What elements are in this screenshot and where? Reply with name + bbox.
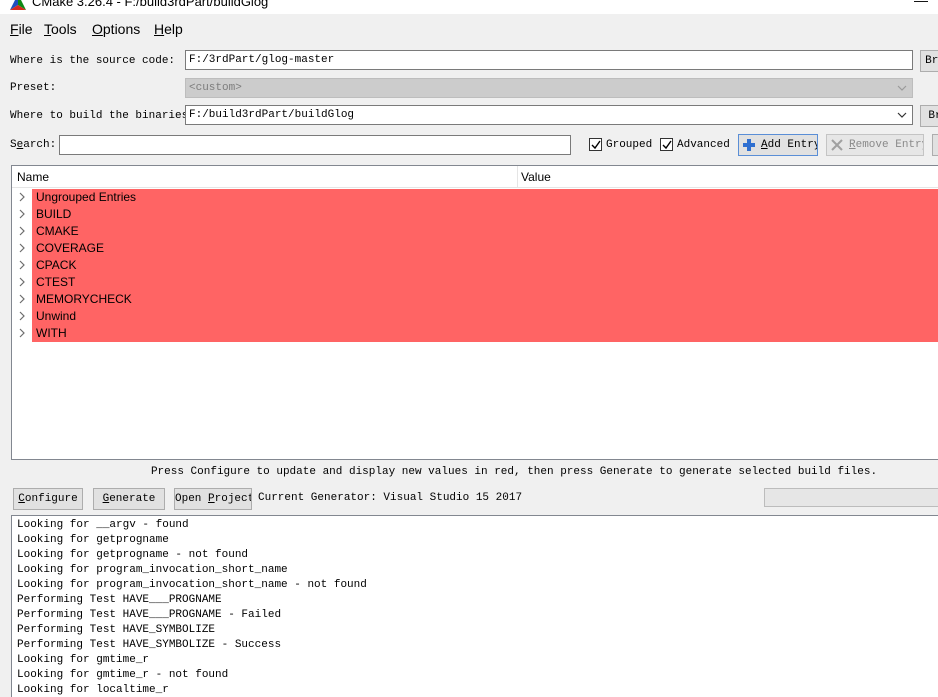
menu-tools[interactable]: Tools	[44, 20, 77, 38]
preset-value: <custom>	[189, 82, 242, 94]
advanced-label: Advanced	[677, 139, 730, 151]
chevron-right-icon[interactable]	[17, 260, 27, 270]
chevron-right-icon[interactable]	[17, 294, 27, 304]
search-input[interactable]	[59, 135, 571, 155]
chevron-right-icon[interactable]	[17, 226, 27, 236]
tree-row[interactable]: CTEST	[12, 274, 938, 291]
column-divider[interactable]	[517, 166, 518, 188]
tree-row-label: Unwind	[36, 309, 77, 323]
checkmark-icon	[591, 140, 601, 150]
tree-row-highlight	[32, 223, 938, 240]
output-log[interactable]: Looking for __argv - found Looking for ge…	[11, 515, 938, 697]
tree-row-label: BUILD	[36, 207, 72, 221]
tree-row-highlight	[32, 206, 938, 223]
open-project-button[interactable]: Open Project	[174, 488, 252, 510]
output-line: Performing Test HAVE_SYMBOLIZE - Success	[17, 639, 282, 651]
progress-bar	[764, 488, 938, 507]
tree-row[interactable]: WITH	[12, 325, 938, 342]
output-line: Looking for program_invocation_short_nam…	[17, 579, 367, 591]
browse-source-button[interactable]: Bro	[920, 50, 938, 72]
minimize-icon[interactable]: —	[914, 0, 928, 8]
chevron-right-icon[interactable]	[17, 209, 27, 219]
generate-button[interactable]: Generate	[93, 488, 165, 510]
tree-row-label: CPACK	[36, 258, 77, 272]
advanced-checkbox[interactable]	[660, 138, 673, 151]
tree-row-highlight	[32, 257, 938, 274]
tree-row[interactable]: Unwind	[12, 308, 938, 325]
output-line: Looking for localtime_r	[17, 684, 169, 696]
grouped-label: Grouped	[606, 139, 653, 151]
menu-file[interactable]: File	[10, 20, 33, 38]
binaries-label: Where to build the binaries:	[10, 110, 195, 122]
tree-row[interactable]: CMAKE	[12, 223, 938, 240]
chevron-right-icon[interactable]	[17, 192, 27, 202]
chevron-right-icon[interactable]	[17, 328, 27, 338]
output-line: Performing Test HAVE___PROGNAME - Failed	[17, 609, 282, 621]
configure-button[interactable]: Configure	[13, 488, 83, 510]
tree-row-label: CMAKE	[36, 224, 79, 238]
tree-row[interactable]: COVERAGE	[12, 240, 938, 257]
checkmark-icon	[662, 140, 672, 150]
search-label: Search:	[10, 139, 57, 151]
chevron-down-icon	[897, 112, 907, 118]
output-line: Looking for gmtime_r	[17, 654, 150, 666]
menu-options[interactable]: Options	[92, 20, 140, 38]
tree-row-highlight	[32, 240, 938, 257]
tree-row-label: CTEST	[36, 275, 76, 289]
remove-entry-button[interactable]: Remove Entry	[826, 134, 924, 156]
tree-row-highlight	[32, 325, 938, 342]
output-line: Performing Test HAVE___PROGNAME	[17, 594, 222, 606]
chevron-right-icon[interactable]	[17, 311, 27, 321]
cache-tree[interactable]: Name Value Ungrouped Entries BUILD CMAKE CO…	[11, 165, 938, 460]
tree-row-label: Ungrouped Entries	[36, 190, 137, 204]
chevron-right-icon[interactable]	[17, 243, 27, 253]
menu-bar: File Tools Options Help	[0, 18, 938, 40]
plus-icon	[743, 139, 755, 151]
tree-row[interactable]: BUILD	[12, 206, 938, 223]
output-line: Looking for gmtime_r - not found	[17, 669, 229, 681]
chevron-right-icon[interactable]	[17, 277, 27, 287]
title-bar: CMake 3.26.4 - F:/build3rdPart/buildGlog…	[0, 0, 938, 14]
tree-row[interactable]: Ungrouped Entries	[12, 189, 938, 206]
grouped-checkbox[interactable]	[589, 138, 602, 151]
current-generator-label: Current Generator: Visual Studio 15 2017	[258, 492, 523, 504]
environment-button[interactable]: E	[932, 134, 938, 156]
tree-row[interactable]: CPACK	[12, 257, 938, 274]
binaries-dropdown[interactable]: F:/build3rdPart/buildGlog	[185, 105, 913, 125]
hint-text: Press Configure to update and display ne…	[150, 466, 878, 478]
tree-row-label: COVERAGE	[36, 241, 105, 255]
tree-row-highlight	[32, 308, 938, 325]
output-line: Looking for getprogname - not found	[17, 549, 249, 561]
window-title: CMake 3.26.4 - F:/build3rdPart/buildGlog	[32, 0, 269, 9]
output-line: Looking for __argv - found	[17, 519, 189, 531]
remove-icon	[831, 139, 843, 151]
output-line: Looking for getprogname	[17, 534, 169, 546]
column-name-header[interactable]: Name	[17, 169, 49, 185]
tree-row-highlight	[32, 274, 938, 291]
preset-label: Preset:	[10, 82, 57, 94]
tree-row-highlight	[32, 189, 938, 206]
tree-row-label: WITH	[36, 326, 67, 340]
binaries-value: F:/build3rdPart/buildGlog	[189, 109, 355, 121]
tree-row-highlight	[32, 291, 938, 308]
output-line: Looking for program_invocation_short_nam…	[17, 564, 288, 576]
source-field[interactable]: F:/3rdPart/glog-master	[185, 50, 913, 70]
menu-help[interactable]: Help	[154, 20, 183, 38]
output-line: Performing Test HAVE_SYMBOLIZE	[17, 624, 216, 636]
browse-binaries-button[interactable]: Br	[920, 105, 938, 127]
tree-row-label: MEMORYCHECK	[36, 292, 132, 306]
tree-header: Name Value	[12, 166, 938, 188]
column-value-header[interactable]: Value	[521, 169, 551, 185]
add-entry-button[interactable]: Add Entry	[738, 134, 818, 156]
tree-row[interactable]: MEMORYCHECK	[12, 291, 938, 308]
cmake-logo-icon	[10, 0, 26, 10]
preset-dropdown[interactable]: <custom>	[185, 78, 913, 98]
chevron-down-icon	[897, 85, 907, 91]
source-label: Where is the source code:	[10, 55, 176, 67]
